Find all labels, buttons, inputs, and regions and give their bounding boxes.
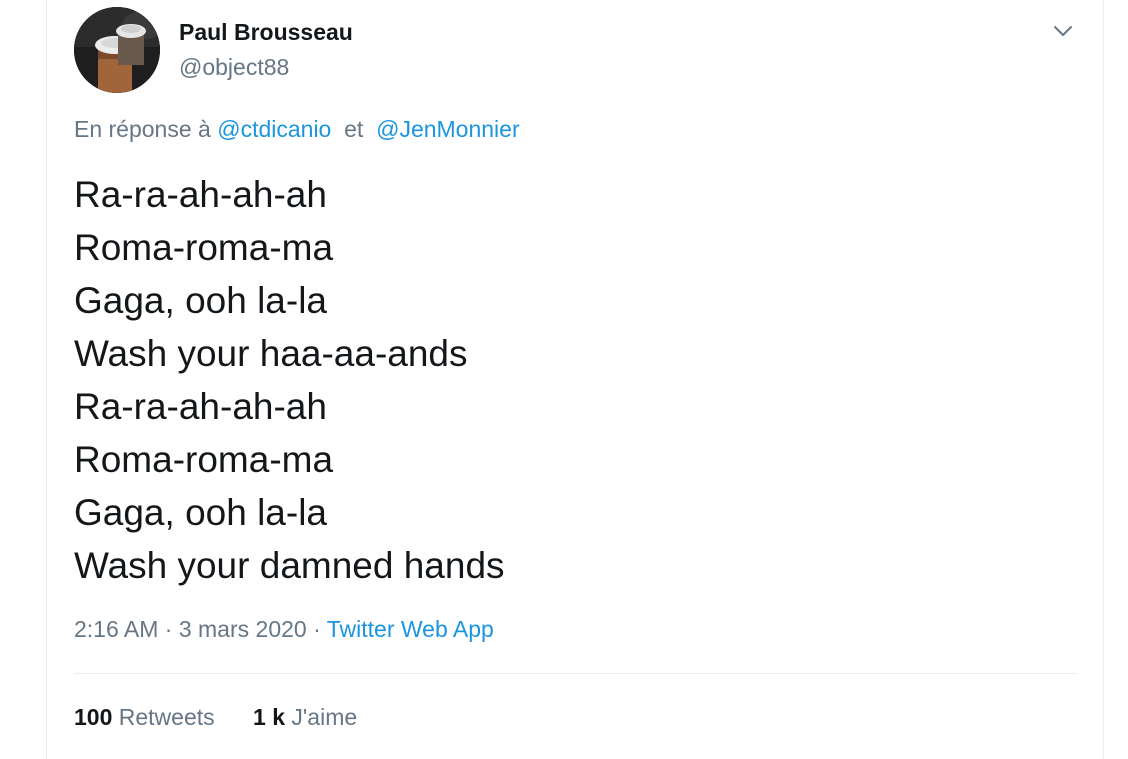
avatar-image <box>74 7 160 93</box>
likes-count: 1 k <box>253 704 286 730</box>
retweets-stat[interactable]: 100 Retweets <box>74 704 215 731</box>
likes-stat[interactable]: 1 k J'aime <box>253 704 357 731</box>
meta-separator: · <box>164 616 173 642</box>
reply-prefix: En réponse à <box>74 116 211 142</box>
page: Paul Brousseau @object88 En réponse à @c… <box>0 0 1128 759</box>
tweet-line: Gaga, ooh la-la <box>74 492 328 533</box>
author-name[interactable]: Paul Brousseau <box>179 19 353 46</box>
tweet-date[interactable]: 3 mars 2020 <box>179 616 307 642</box>
likes-label: J'aime <box>291 704 358 730</box>
reply-conjunction: et <box>344 116 364 142</box>
avatar[interactable] <box>74 7 160 93</box>
tweet-line: Roma-roma-ma <box>74 227 334 268</box>
reply-mention-jenmonnier[interactable]: @JenMonnier <box>376 116 520 142</box>
tweet-line: Ra-ra-ah-ah-ah <box>74 386 327 427</box>
tweet-stats: 100 Retweets 1 k J'aime <box>74 704 357 731</box>
chevron-down-icon[interactable] <box>1052 20 1074 42</box>
retweets-label: Retweets <box>118 704 215 730</box>
reply-context: En réponse à @ctdicanio et @JenMonnier <box>74 116 520 143</box>
tweet-line: Wash your damned hands <box>74 545 505 586</box>
tweet-text: Ra-ra-ah-ah-ah Roma-roma-ma Gaga, ooh la… <box>74 168 505 592</box>
meta-separator: · <box>313 616 321 642</box>
tweet-time[interactable]: 2:16 AM <box>74 616 158 642</box>
author-handle[interactable]: @object88 <box>179 54 289 81</box>
tweet-line: Ra-ra-ah-ah-ah <box>74 174 327 215</box>
tweet-source-link[interactable]: Twitter Web App <box>327 616 494 642</box>
divider <box>74 673 1077 674</box>
reply-mention-ctdicanio[interactable]: @ctdicanio <box>217 116 331 142</box>
tweet-line: Roma-roma-ma <box>74 439 334 480</box>
tweet-line: Gaga, ooh la-la <box>74 280 328 321</box>
retweets-count: 100 <box>74 704 113 730</box>
tweet-meta: 2:16 AM · 3 mars 2020 · Twitter Web App <box>74 616 494 643</box>
tweet-line: Wash your haa-aa-ands <box>74 333 468 374</box>
